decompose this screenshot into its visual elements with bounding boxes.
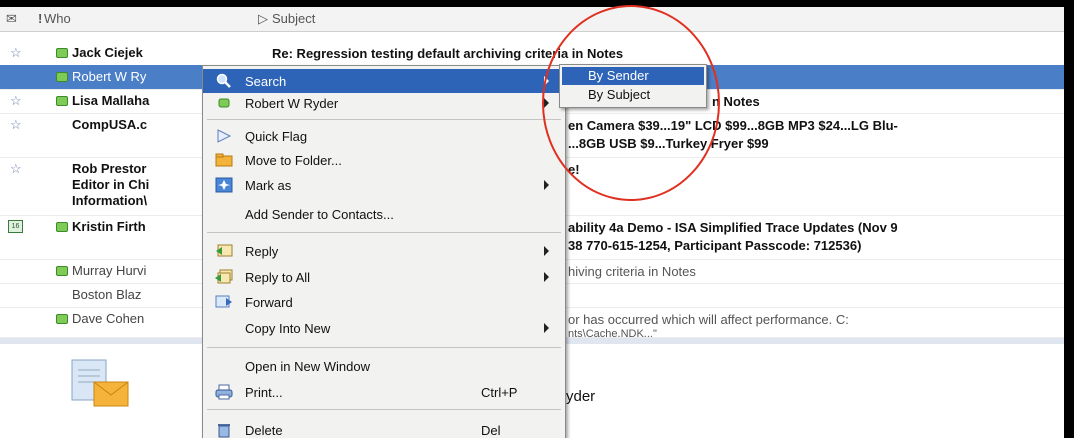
message-sender-line1: Rob Prestor: [72, 161, 147, 176]
message-envelope-icon: [70, 358, 130, 408]
presence-icon: [56, 266, 68, 276]
subject-sort-icon: ▷: [258, 11, 268, 26]
folder-icon: [215, 152, 233, 168]
menu-item-reply[interactable]: Reply: [203, 239, 565, 263]
menu-item-open-new-window[interactable]: Open in New Window: [203, 354, 565, 378]
menu-item-label: Forward: [245, 295, 293, 310]
message-sender: Lisa Mallaha: [72, 93, 150, 108]
context-menu: Search Robert W Ryder Quick Flag Move to…: [202, 65, 566, 438]
message-sender: Murray Hurvi: [72, 263, 147, 278]
presence-icon: [56, 72, 68, 82]
menu-separator: [207, 347, 561, 348]
envelope-column-icon[interactable]: ✉: [6, 11, 17, 27]
star-icon[interactable]: ☆: [10, 161, 24, 176]
menu-item-label: Add Sender to Contacts...: [245, 207, 394, 222]
message-sender: Kristin Firth: [72, 219, 146, 234]
mark-icon: [215, 177, 233, 193]
subject-column-header[interactable]: Subject: [272, 11, 315, 26]
menu-item-label: Copy Into New: [245, 321, 331, 336]
annotation-circle: [542, 5, 720, 201]
message-sender: Robert W Ry: [72, 69, 147, 84]
menu-item-label: Delete: [245, 423, 283, 438]
preview-sender-name: yder: [566, 388, 596, 405]
menu-item-mark-as[interactable]: Mark as: [203, 173, 565, 197]
submenu-arrow-icon: [544, 180, 549, 190]
column-header: ✉ ! Who ▷ Subject: [0, 7, 1064, 32]
menu-item-forward[interactable]: Forward: [203, 290, 565, 314]
submenu-arrow-icon: [544, 272, 549, 282]
magnifier-icon: [215, 73, 233, 89]
submenu-arrow-icon: [544, 323, 549, 333]
menu-item-label: Reply: [245, 244, 279, 259]
presence-icon: [56, 48, 68, 58]
message-subject-line1: or has occurred which will affect perfor…: [568, 312, 849, 327]
menu-separator: [207, 232, 561, 233]
reply-all-icon: [215, 269, 233, 285]
menu-item-label: Quick Flag: [245, 129, 308, 144]
message-sender: CompUSA.c: [72, 117, 148, 132]
menu-item-print[interactable]: Print... Ctrl+P: [203, 380, 565, 404]
presence-icon: [215, 95, 233, 111]
menu-item-person[interactable]: Robert W Ryder: [203, 91, 565, 115]
message-subject-line1: ability 4a Demo - ISA Simplified Trace U…: [568, 220, 898, 235]
star-icon[interactable]: ☆: [10, 93, 24, 108]
star-icon[interactable]: ☆: [10, 45, 24, 60]
message-sender: Jack Ciejek: [72, 45, 143, 60]
submenu-arrow-icon: [544, 246, 549, 256]
calendar-icon: 16: [8, 220, 23, 233]
star-icon[interactable]: ☆: [10, 117, 24, 132]
menu-item-search[interactable]: Search: [203, 69, 565, 93]
presence-icon: [56, 222, 68, 232]
flag-icon: [215, 128, 233, 144]
forward-icon: [215, 294, 233, 310]
menu-item-label: Open in New Window: [245, 359, 370, 374]
menu-item-move-to-folder[interactable]: Move to Folder...: [203, 148, 565, 172]
menu-item-delete[interactable]: Delete Del: [203, 418, 565, 438]
message-sender: Boston Blaz: [72, 287, 142, 302]
menu-item-copy-into-new[interactable]: Copy Into New: [203, 316, 565, 340]
menu-item-label: Mark as: [245, 178, 292, 193]
message-sender-line2: Editor in Chi: [72, 177, 150, 192]
menu-separator: [207, 119, 561, 120]
presence-icon: [56, 96, 68, 106]
message-subject-line2: nts\Cache.NDK...": [568, 328, 657, 337]
message-subject: hiving criteria in Notes: [568, 264, 696, 279]
menu-item-label: Move to Folder...: [245, 153, 342, 168]
menu-item-label: Robert W Ryder: [245, 96, 339, 111]
reply-icon: [215, 243, 233, 259]
screenshot-stage: ✉ ! Who ▷ Subject ☆ Jack Ciejek Re: Regr…: [0, 0, 1074, 438]
menu-item-add-sender[interactable]: Add Sender to Contacts...: [203, 202, 565, 226]
menu-item-label: Reply to All: [245, 270, 311, 285]
menu-separator: [207, 409, 561, 410]
trash-icon: [215, 422, 233, 438]
menu-item-shortcut: Del: [481, 423, 501, 438]
presence-icon: [56, 314, 68, 324]
menu-item-label: Print...: [245, 385, 283, 400]
message-sender-line3: Information\: [72, 193, 148, 208]
menu-item-quick-flag[interactable]: Quick Flag: [203, 124, 565, 148]
menu-item-reply-all[interactable]: Reply to All: [203, 265, 565, 289]
message-subject-line2: 38 770-615-1254, Participant Passcode: 7…: [568, 238, 862, 253]
message-sender: Dave Cohen: [72, 311, 145, 326]
printer-icon: [215, 384, 233, 400]
menu-item-shortcut: Ctrl+P: [481, 385, 518, 400]
who-column-header[interactable]: Who: [44, 11, 71, 26]
message-row[interactable]: ☆ Jack Ciejek Re: Regression testing def…: [0, 41, 1064, 66]
importance-column[interactable]: !: [38, 11, 42, 26]
menu-item-label: Search: [245, 74, 287, 89]
